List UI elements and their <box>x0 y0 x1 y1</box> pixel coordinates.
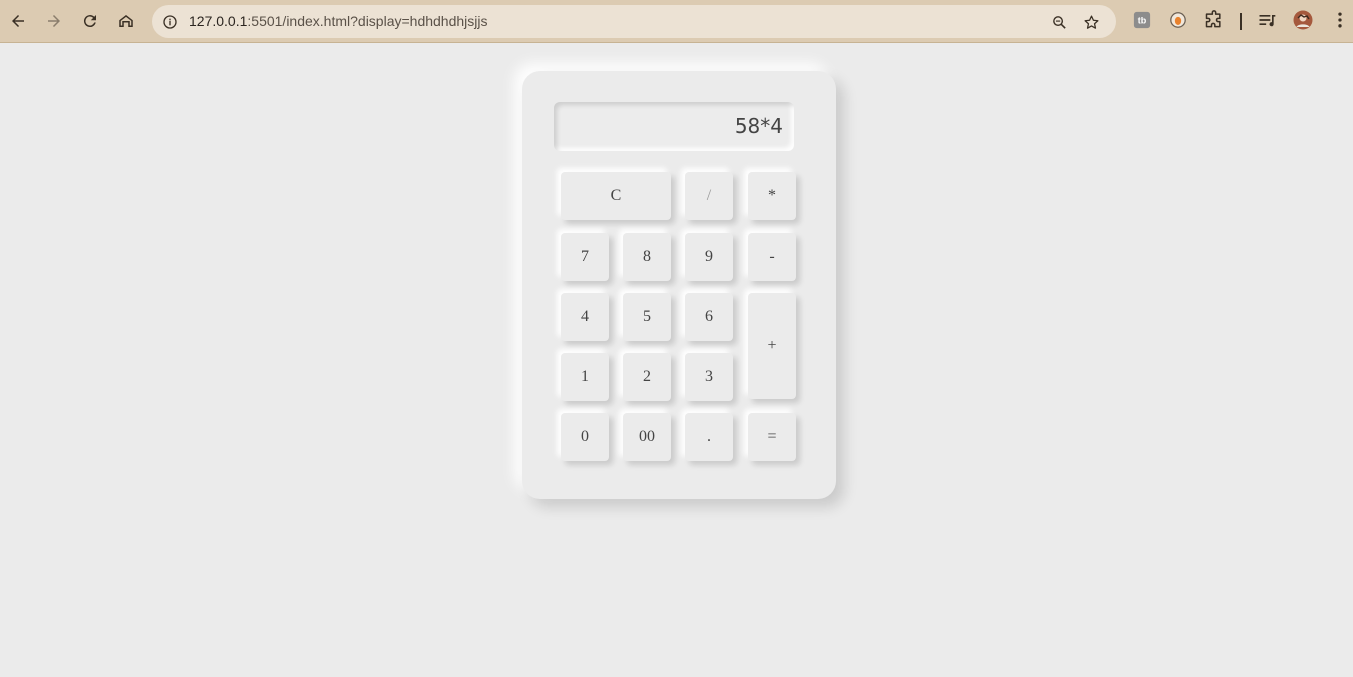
double-zero-button[interactable]: 00 <box>623 413 671 461</box>
digit-5-button[interactable]: 5 <box>623 293 671 341</box>
forward-icon[interactable] <box>41 8 67 34</box>
svg-text:tb: tb <box>1138 16 1147 26</box>
digit-9-button[interactable]: 9 <box>685 233 733 281</box>
puzzle-icon[interactable] <box>1204 10 1224 30</box>
clear-button[interactable]: C <box>561 172 671 220</box>
avatar[interactable] <box>1293 10 1313 30</box>
home-icon[interactable] <box>113 8 139 34</box>
extension-icon[interactable] <box>1168 10 1188 30</box>
browser-toolbar: 127.0.0.1:5501/index.html?display=hdhdhd… <box>0 0 1353 43</box>
decimal-point-button[interactable]: . <box>685 413 733 461</box>
address-bar[interactable]: 127.0.0.1:5501/index.html?display=hdhdhd… <box>152 5 1116 38</box>
digit-3-button[interactable]: 3 <box>685 353 733 401</box>
calculator-display: 58*4 <box>554 102 794 151</box>
menu-icon[interactable] <box>1330 10 1350 30</box>
digit-7-button[interactable]: 7 <box>561 233 609 281</box>
minus-button[interactable]: - <box>748 233 796 281</box>
multiply-button[interactable]: * <box>748 172 796 220</box>
equals-button[interactable]: = <box>748 413 796 461</box>
url-text[interactable]: 127.0.0.1:5501/index.html?display=hdhdhd… <box>189 13 488 29</box>
plus-button[interactable]: + <box>748 293 796 399</box>
url-path: :5501/index.html?display=hdhdhdhjsjjs <box>247 13 488 29</box>
toolbar-divider <box>1240 13 1242 30</box>
digit-8-button[interactable]: 8 <box>623 233 671 281</box>
digit-1-button[interactable]: 1 <box>561 353 609 401</box>
digit-0-button[interactable]: 0 <box>561 413 609 461</box>
digit-6-button[interactable]: 6 <box>685 293 733 341</box>
digit-4-button[interactable]: 4 <box>561 293 609 341</box>
reload-icon[interactable] <box>77 8 103 34</box>
url-host: 127.0.0.1 <box>189 13 248 29</box>
calculator: 58*4 C / * 7 8 9 - 4 5 6 + 1 2 3 0 00 . … <box>522 71 836 499</box>
divide-button[interactable]: / <box>685 172 733 220</box>
media-control-icon[interactable] <box>1257 10 1277 30</box>
site-info-icon[interactable] <box>160 12 180 32</box>
digit-2-button[interactable]: 2 <box>623 353 671 401</box>
extension-icon[interactable]: tb <box>1132 10 1152 30</box>
back-icon[interactable] <box>5 8 31 34</box>
bookmark-star-icon[interactable] <box>1080 11 1102 33</box>
zoom-icon[interactable] <box>1048 11 1070 33</box>
